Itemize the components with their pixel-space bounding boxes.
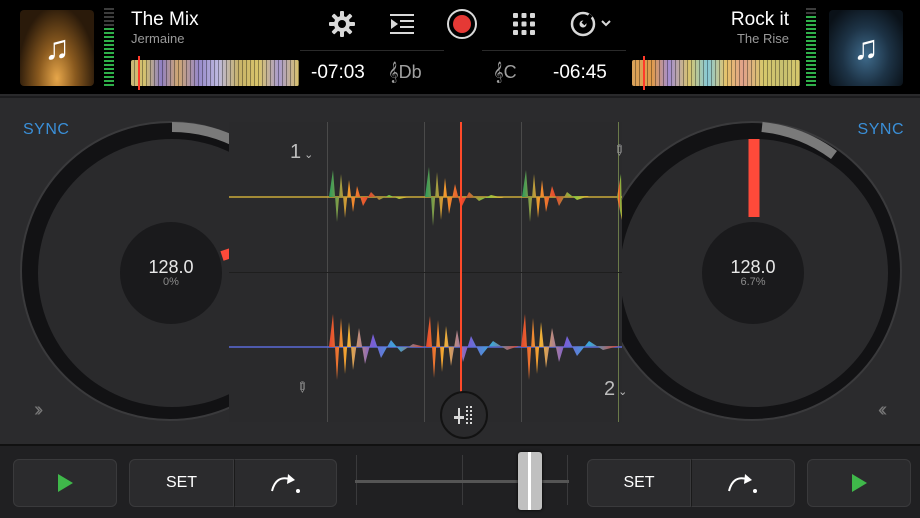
deck-left-cue-set-button[interactable]: SET (129, 459, 234, 507)
deck-right-overview-waveform[interactable] (632, 60, 800, 86)
deck-left-level-meter (104, 8, 114, 88)
divider (300, 50, 444, 51)
mixer-icon (454, 406, 472, 424)
chevron-down-icon: ⌄ (615, 386, 628, 398)
jump-arrow-icon (270, 474, 300, 493)
deck-right-artist: The Rise (736, 31, 789, 46)
deck-left-title: The Mix (131, 9, 199, 30)
deck-right-play-button[interactable] (807, 459, 911, 507)
deck-waveforms (229, 122, 622, 422)
chevron-down-icon: ⌄ (301, 149, 314, 161)
deck-left-play-button[interactable] (13, 459, 117, 507)
grid-icon[interactable] (510, 9, 538, 39)
deck-right-bpm: 128.0 (730, 257, 776, 277)
deck-right-key[interactable]: 𝄞C (493, 62, 517, 83)
music-note-icon: ♫ (853, 28, 879, 67)
deck-right-album-art[interactable]: ♫ (829, 10, 903, 86)
deck-left-overview-waveform[interactable] (131, 60, 299, 86)
crossfader-handle[interactable] (518, 452, 543, 510)
fx-icon[interactable] (568, 9, 616, 39)
gear-icon[interactable] (326, 9, 358, 39)
play-icon (851, 474, 867, 492)
deck-right-pitch: 6.7% (740, 276, 766, 288)
music-note-icon: ♫ (44, 28, 70, 67)
deck-left-time-remaining: -07:03 (311, 62, 365, 83)
deck-left-artist: Jermaine (131, 31, 185, 46)
deck-right-level-meter (806, 8, 816, 88)
deck-right-time-remaining: -06:45 (553, 62, 607, 83)
deck-left-key[interactable]: 𝄞Db (388, 62, 422, 83)
record-icon[interactable] (445, 9, 479, 39)
waveform-view[interactable] (229, 122, 622, 422)
deck-right-overview-playhead (643, 56, 645, 90)
deck-1-indicator[interactable]: 1 ⌄ (290, 141, 313, 164)
deck-right-set-label: SET (623, 474, 655, 491)
deck-left-overview-playhead (138, 56, 140, 90)
deck-left-album-art[interactable]: ♫ (20, 10, 94, 86)
playlist-icon[interactable] (386, 9, 418, 39)
clef-icon: 𝄞 (388, 62, 399, 82)
mixer-toggle-button[interactable] (440, 391, 488, 439)
deck-right-rewind-icon[interactable]: ‹‹ (878, 399, 888, 422)
divider (482, 50, 626, 51)
deck-left-jump-button[interactable] (234, 459, 337, 507)
deck-left-forward-icon[interactable]: ›› (34, 399, 44, 422)
play-icon (57, 474, 73, 492)
deck-left-key-value: Db (398, 62, 422, 82)
deck-left-pitch: 0% (163, 276, 179, 288)
deck-2-indicator[interactable]: 2 ⌄ (604, 378, 627, 401)
deck-right-key-value: C (503, 62, 517, 82)
deck-right-cue-set-button[interactable]: SET (587, 459, 691, 507)
deck-right-jump-button[interactable] (691, 459, 795, 507)
deck-1-number: 1 (290, 141, 302, 163)
deck-left-set-label: SET (165, 474, 198, 491)
jump-arrow-icon (728, 474, 757, 493)
deck-2-number: 2 (604, 378, 616, 400)
deck-left-bpm: 128.0 (148, 257, 194, 277)
top-bar: ♫ The Mix Jermaine -07:03 𝄞Db 𝄞C -06:45 … (0, 0, 920, 96)
clef-icon: 𝄞 (493, 62, 504, 82)
deck-right-title: Rock it (730, 9, 789, 30)
